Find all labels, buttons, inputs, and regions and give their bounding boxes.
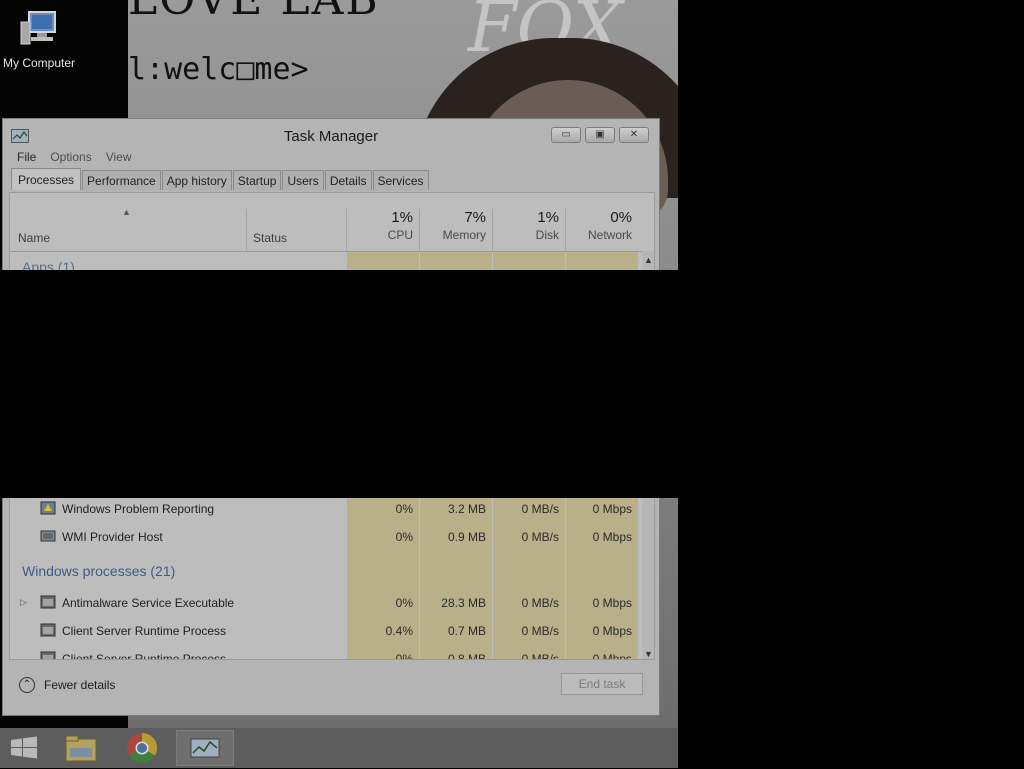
- process-cpu: 0.4%: [385, 624, 413, 638]
- expand-row-icon[interactable]: ▷: [20, 597, 27, 608]
- process-window-icon: [40, 595, 56, 609]
- menu-file[interactable]: File: [17, 150, 36, 168]
- process-window-icon: [40, 651, 56, 659]
- process-memory: 0.8 MB: [447, 652, 486, 660]
- scroll-down-icon[interactable]: ▼: [644, 649, 653, 659]
- fewer-details-link[interactable]: Fewer details: [44, 678, 115, 692]
- table-row[interactable]: ▷ Antimalware Service Executable 0% 28.3…: [10, 589, 642, 617]
- menu-view[interactable]: View: [106, 150, 132, 168]
- process-network: 0 Mbps: [592, 502, 632, 516]
- column-header-cpu[interactable]: 1% CPU: [346, 209, 419, 251]
- process-disk: 0 MB/s: [521, 502, 559, 516]
- folder-icon: [65, 735, 97, 762]
- process-network: 0 Mbps: [592, 596, 632, 610]
- minimize-icon: ▭: [561, 129, 571, 140]
- column-header-memory[interactable]: 7% Memory: [419, 209, 492, 251]
- column-header-status-label: Status: [253, 231, 288, 245]
- process-name: Windows Problem Reporting: [62, 502, 215, 516]
- column-header-disk[interactable]: 1% Disk: [492, 209, 565, 251]
- tab-strip: Processes Performance App history Startu…: [11, 168, 430, 192]
- taskbar: [0, 728, 678, 768]
- tab-users[interactable]: Users: [282, 170, 324, 190]
- table-row[interactable]: WMI Provider Host 0% 0.9 MB 0 MB/s 0 Mbp…: [10, 523, 642, 551]
- chevron-up-icon[interactable]: ⌃: [19, 677, 35, 693]
- column-header-name[interactable]: Name: [18, 231, 50, 245]
- memory-total-percent: 7%: [464, 209, 486, 226]
- process-memory: 28.3 MB: [441, 596, 486, 610]
- memory-column-label: Memory: [442, 228, 486, 242]
- screen-black-area: [678, 0, 1024, 768]
- title-bar[interactable]: Task Manager ▭ ▣ ✕: [3, 119, 659, 151]
- tab-performance[interactable]: Performance: [82, 170, 161, 190]
- process-disk: 0 MB/s: [521, 596, 559, 610]
- process-cpu: 0%: [395, 502, 413, 516]
- task-manager-taskbar-button[interactable]: [176, 730, 234, 766]
- close-icon: ✕: [629, 129, 639, 140]
- wallpaper-text: LOVE LAB: [128, 0, 380, 25]
- process-name: Antimalware Service Executable: [62, 596, 235, 610]
- disk-total-percent: 1%: [537, 209, 559, 226]
- process-network: 0 Mbps: [592, 652, 632, 660]
- maximize-button[interactable]: ▣: [585, 127, 615, 143]
- cpu-column-label: CPU: [387, 228, 413, 242]
- column-header-status[interactable]: Status: [246, 209, 347, 251]
- sort-up-icon: ▲: [122, 207, 131, 217]
- process-cpu: 0%: [395, 530, 413, 544]
- process-window-icon: [40, 623, 56, 637]
- windows-logo-icon: [11, 736, 37, 759]
- end-task-button[interactable]: End task: [561, 673, 643, 695]
- group-header-windows-processes[interactable]: Windows processes (21): [22, 563, 175, 579]
- problem-reporting-icon: [40, 501, 56, 515]
- table-row[interactable]: Client Server Runtime Process 0.4% 0.7 M…: [10, 617, 642, 645]
- minimize-button[interactable]: ▭: [551, 127, 581, 143]
- chrome-taskbar-button[interactable]: [117, 730, 167, 766]
- network-column-label: Network: [587, 228, 632, 242]
- process-name: Client Server Runtime Process: [62, 652, 227, 660]
- wmi-host-icon: [40, 530, 56, 542]
- tab-services[interactable]: Services: [372, 170, 429, 190]
- window-footer: ⌃ Fewer details End task: [9, 667, 655, 707]
- column-header-network[interactable]: 0% Network: [565, 209, 638, 251]
- table-row[interactable]: Client Server Runtime Process 0% 0.8 MB …: [10, 645, 642, 660]
- process-disk: 0 MB/s: [521, 652, 559, 660]
- start-button[interactable]: [0, 730, 50, 766]
- process-disk: 0 MB/s: [521, 624, 559, 638]
- process-disk: 0 MB/s: [521, 530, 559, 544]
- process-memory: 0.9 MB: [447, 530, 486, 544]
- disk-column-label: Disk: [535, 228, 559, 242]
- tab-processes[interactable]: Processes: [11, 168, 82, 190]
- occluded-region: [0, 270, 678, 498]
- tab-details[interactable]: Details: [324, 170, 372, 190]
- desktop-icon-my-computer[interactable]: My Computer: [0, 8, 78, 70]
- tab-startup[interactable]: Startup: [232, 170, 282, 190]
- maximize-icon: ▣: [595, 129, 605, 140]
- process-cpu: 0%: [395, 596, 413, 610]
- process-network: 0 Mbps: [592, 530, 632, 544]
- desktop-icon-label: My Computer: [2, 56, 76, 70]
- chrome-icon: [126, 733, 158, 764]
- column-header-row: ▲ Name Status 1% CPU 7% Memory 1% Disk 0…: [10, 193, 642, 252]
- menu-options[interactable]: Options: [50, 150, 91, 168]
- table-row[interactable]: Windows Problem Reporting 0% 3.2 MB 0 MB…: [10, 495, 642, 523]
- menu-bar: File Options View: [17, 150, 132, 168]
- process-name: Client Server Runtime Process: [62, 624, 227, 638]
- process-cpu: 0%: [395, 652, 413, 660]
- file-explorer-taskbar-button[interactable]: [56, 730, 106, 766]
- computer-icon: [20, 11, 56, 45]
- task-manager-icon: [190, 738, 220, 758]
- process-memory: 0.7 MB: [447, 624, 486, 638]
- process-network: 0 Mbps: [592, 624, 632, 638]
- wallpaper-text: l:welc□me>: [128, 52, 309, 87]
- cpu-total-percent: 1%: [391, 209, 413, 226]
- network-total-percent: 0%: [610, 209, 632, 226]
- scroll-up-icon[interactable]: ▲: [644, 255, 653, 265]
- process-memory: 3.2 MB: [447, 502, 486, 516]
- close-button[interactable]: ✕: [619, 127, 649, 143]
- tab-app-history[interactable]: App history: [161, 170, 232, 190]
- process-name: WMI Provider Host: [62, 530, 163, 544]
